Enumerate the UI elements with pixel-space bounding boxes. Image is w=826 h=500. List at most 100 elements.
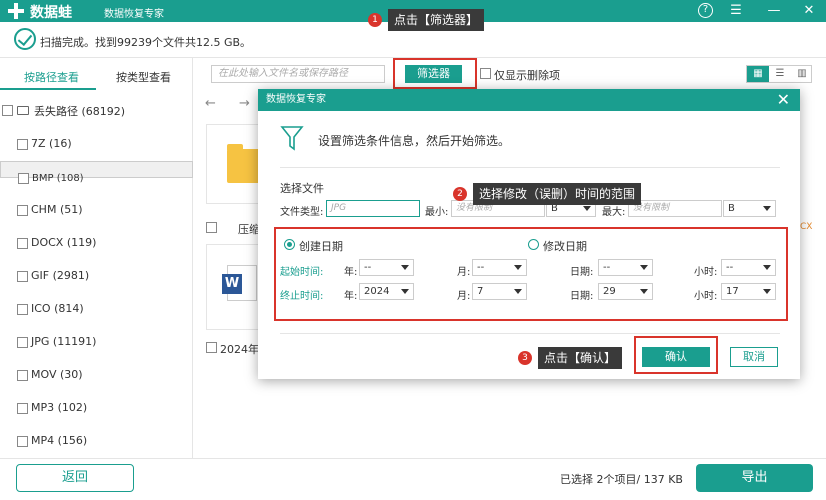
file-type-input[interactable]: JPG [326, 200, 420, 217]
checkbox[interactable] [17, 304, 28, 315]
confirm-button[interactable]: 确认 [642, 347, 710, 367]
detail-view-icon[interactable]: ▥ [791, 66, 813, 82]
hour-label: 小时: [694, 267, 718, 278]
back-button[interactable]: 返回 [16, 464, 134, 492]
divider [280, 333, 780, 334]
forward-arrow-icon[interactable]: → [239, 96, 250, 111]
end-hour-select[interactable]: 17 [721, 283, 776, 300]
checkbox[interactable] [17, 139, 28, 150]
word-doc-icon: W [222, 265, 257, 301]
end-month-select[interactable]: 7 [472, 283, 527, 300]
end-hour-value: 17 [726, 286, 739, 297]
cancel-button[interactable]: 取消 [730, 347, 778, 367]
docx-label: CX [800, 222, 813, 232]
list-view-icon[interactable]: ☰ [769, 66, 791, 82]
tree-root-label: 丢失路径 (68192) [34, 105, 126, 118]
end-year-select[interactable]: 2024 [359, 283, 414, 300]
close-icon[interactable]: ✕ [800, 2, 818, 20]
tree-item-label: BMP (108) [32, 173, 84, 184]
callout-text: 点击【筛选器】 [388, 9, 485, 31]
create-date-radio[interactable] [284, 239, 295, 250]
checkbox[interactable] [17, 205, 28, 216]
tab-by-path[interactable]: 按路径查看 [24, 69, 79, 85]
logo-icon [8, 3, 24, 19]
tree-item[interactable]: MP3 (102) [0, 392, 193, 425]
select-file-heading: 选择文件 [280, 182, 324, 195]
minimize-icon[interactable]: — [765, 2, 783, 20]
start-day-select[interactable]: -- [598, 259, 653, 276]
tab-active-indicator [0, 88, 96, 90]
modify-date-label: 修改日期 [543, 240, 587, 253]
tree-item[interactable]: CHM (51) [0, 194, 193, 227]
tree-item[interactable]: MOV (30) [0, 359, 193, 392]
tree-item[interactable]: MP4 (156) [0, 425, 193, 458]
tab-by-type[interactable]: 按类型查看 [116, 69, 171, 85]
tree-item[interactable]: 7Z (16) [0, 128, 193, 161]
card-checkbox[interactable] [206, 342, 217, 353]
callout-text: 选择修改（误删）时间的范围 [473, 183, 642, 205]
start-hour-select[interactable]: -- [721, 259, 776, 276]
help-icon[interactable]: ? [698, 3, 713, 18]
chevron-down-icon [763, 265, 771, 270]
chevron-down-icon [514, 265, 522, 270]
dialog-title: 数据恢复专家 [258, 89, 800, 111]
word-icon: W [222, 274, 242, 294]
start-hour-value: -- [726, 262, 734, 273]
end-day-select[interactable]: 29 [598, 283, 653, 300]
end-month-value: 7 [477, 286, 484, 297]
modify-date-radio[interactable] [528, 239, 539, 250]
app-subtitle: 数据恢复专家 [104, 9, 164, 20]
tree-item-label: CHM (51) [31, 203, 83, 216]
checkbox[interactable] [18, 173, 29, 184]
year-label: 年: [344, 267, 358, 278]
left-panel: 按路径查看 按类型查看 丢失路径 (68192) 7Z (16) BMP (10… [0, 58, 193, 458]
divider [280, 167, 780, 168]
tree-item[interactable]: JPG (11191) [0, 326, 193, 359]
folder-icon [17, 106, 29, 115]
tree-item[interactable]: GIF (2981) [0, 260, 193, 293]
checkbox[interactable] [17, 238, 28, 249]
end-day-value: 29 [603, 286, 616, 297]
max-size-input[interactable]: 没有限制 [628, 200, 722, 217]
tree-item[interactable]: DOCX (119) [0, 227, 193, 260]
export-button[interactable]: 导出 [696, 464, 813, 492]
only-deleted-checkbox[interactable] [480, 68, 491, 79]
word-file-card[interactable]: W [206, 244, 264, 330]
folder-card[interactable] [206, 124, 265, 204]
callout-number: 2 [453, 187, 467, 201]
selected-info: 已选择 2个项目/ 137 KB [560, 473, 683, 486]
chevron-down-icon [640, 289, 648, 294]
menu-icon[interactable]: ☰ [727, 2, 745, 20]
start-time-label: 起始时间: [280, 267, 324, 278]
tree-item-label: 7Z (16) [31, 137, 72, 150]
tree-item-label: MP4 (156) [31, 434, 88, 447]
grid-view-icon[interactable]: ▦ [747, 66, 769, 82]
chevron-down-icon [763, 206, 771, 211]
checkbox[interactable] [17, 436, 28, 447]
chevron-down-icon [640, 265, 648, 270]
end-year-value: 2024 [364, 286, 390, 297]
max-unit-select[interactable]: B [723, 200, 776, 217]
tree-item-label: JPG (11191) [31, 335, 97, 348]
tree-root-lost-path[interactable]: 丢失路径 (68192) [0, 98, 193, 131]
max-size-label: 最大: [602, 207, 626, 218]
card-checkbox[interactable] [206, 222, 217, 233]
tree-item[interactable]: ICO (814) [0, 293, 193, 326]
tree-item-selected[interactable]: BMP (108) [0, 161, 193, 184]
checkbox[interactable] [2, 105, 13, 116]
app-name: 数据蛙 [30, 5, 72, 21]
back-arrow-icon[interactable]: ← [205, 96, 216, 111]
max-unit-value: B [728, 203, 735, 214]
checkbox[interactable] [17, 403, 28, 414]
checkbox[interactable] [17, 370, 28, 381]
day-label: 日期: [570, 267, 594, 278]
filter-button[interactable]: 筛选器 [405, 65, 462, 83]
checkbox[interactable] [17, 337, 28, 348]
search-input[interactable]: 在此处输入文件名或保存路径 [211, 65, 385, 83]
start-month-select[interactable]: -- [472, 259, 527, 276]
checkbox[interactable] [17, 271, 28, 282]
callout-number: 3 [518, 351, 532, 365]
dialog-close-icon[interactable]: ✕ [777, 89, 790, 111]
tree-item-label: MP3 (102) [31, 401, 88, 414]
start-year-select[interactable]: -- [359, 259, 414, 276]
